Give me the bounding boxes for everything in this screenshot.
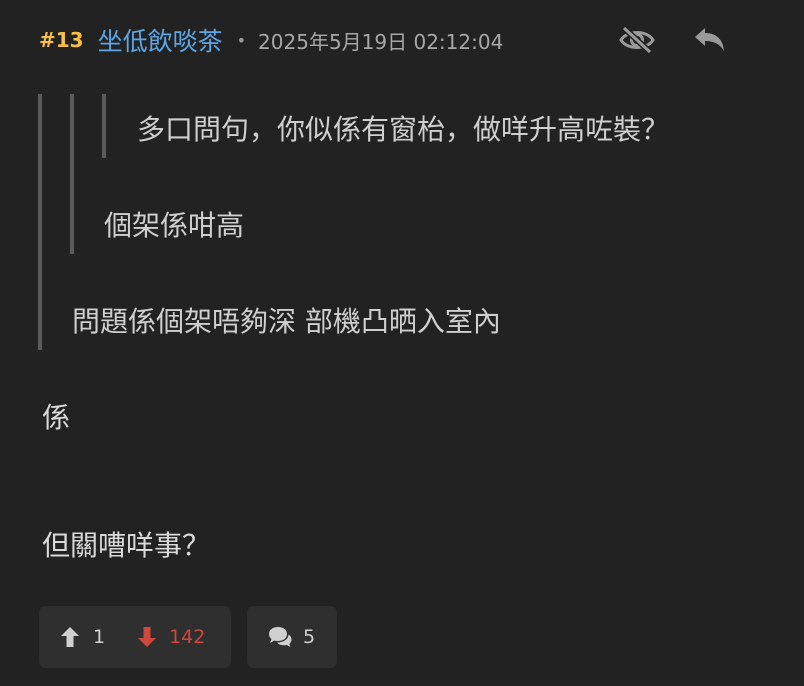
reply-icon [695, 28, 724, 51]
downvote-button[interactable]: 142 [137, 626, 205, 648]
quote-text-level3: 多口問句，你似係有窗枱，做咩升高咗裝？ [137, 113, 670, 146]
comments-icon [269, 627, 292, 647]
upvote-count: 1 [93, 626, 106, 648]
downvote-count: 142 [169, 626, 206, 648]
quote-bar-level3 [102, 94, 106, 158]
vote-bar: 1 142 [39, 606, 231, 668]
separator-dot: • [236, 30, 247, 50]
post-body-line2: 但關嘈咩事？ [42, 529, 211, 562]
arrow-up-icon [61, 627, 79, 647]
upvote-button[interactable]: 1 [60, 626, 105, 648]
arrow-down-icon [138, 627, 157, 647]
post-timestamp: 2025年5月19日 02:12:04 [258, 29, 504, 54]
post-number[interactable]: #13 [39, 28, 84, 52]
hide-post-button[interactable] [617, 20, 657, 60]
quote-text-level2: 個架係咁高 [104, 209, 245, 242]
quote-text-level1: 問題係個架唔夠深 部機凸晒入室內 [72, 305, 501, 338]
reply-button[interactable] [689, 20, 729, 60]
quote-bar-level2 [70, 94, 74, 254]
username-link[interactable]: 坐低飲啖茶 [98, 22, 223, 58]
comment-count: 5 [303, 626, 316, 648]
post-header: #13 坐低飲啖茶 • 2025年5月19日 02:12:04 [39, 20, 503, 60]
post-body-line1: 係 [42, 401, 71, 434]
quote-bar-level1 [38, 94, 42, 350]
comments-button[interactable]: 5 [247, 606, 337, 668]
eye-slash-icon [619, 25, 655, 55]
